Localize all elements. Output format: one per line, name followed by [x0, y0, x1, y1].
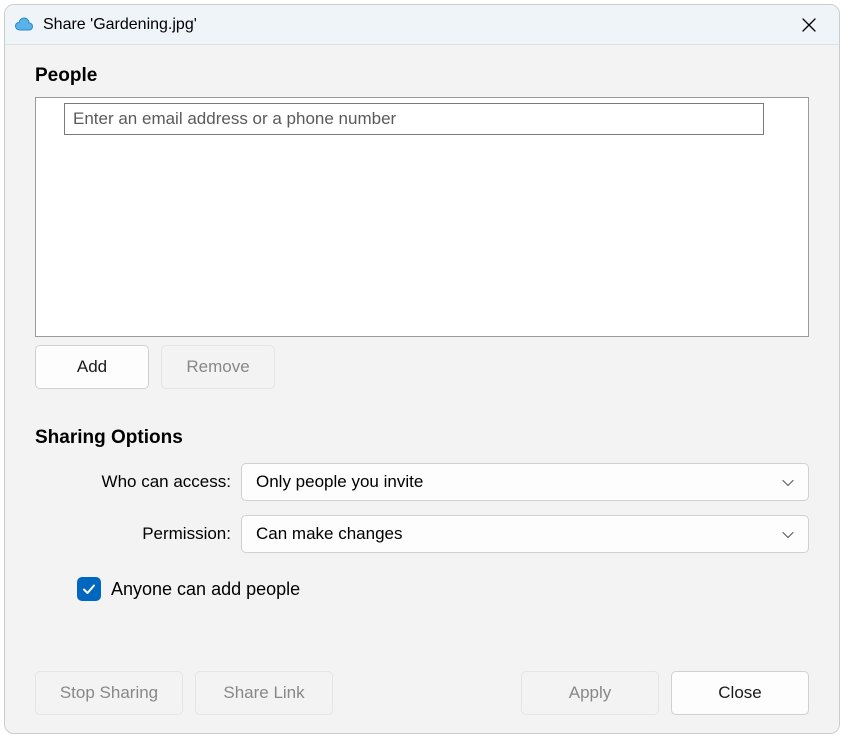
people-input-row — [36, 98, 808, 135]
remove-button[interactable]: Remove — [161, 345, 275, 389]
who-can-access-label: Who can access: — [35, 472, 233, 492]
options-heading: Sharing Options — [35, 427, 809, 449]
stop-sharing-button[interactable]: Stop Sharing — [35, 671, 183, 715]
who-can-access-value: Only people you invite — [256, 472, 423, 492]
footer-buttons: Stop Sharing Share Link Apply Close — [35, 671, 809, 715]
permission-row: Permission: Can make changes — [35, 515, 809, 553]
permission-value: Can make changes — [256, 524, 402, 544]
dialog-title: Share 'Gardening.jpg' — [43, 16, 786, 34]
share-link-button[interactable]: Share Link — [195, 671, 333, 715]
permission-label: Permission: — [35, 524, 233, 544]
apply-button[interactable]: Apply — [521, 671, 659, 715]
permission-dropdown[interactable]: Can make changes — [241, 515, 809, 553]
people-listbox — [35, 97, 809, 337]
spacer — [35, 601, 809, 661]
people-buttons: Add Remove — [35, 345, 809, 389]
add-button[interactable]: Add — [35, 345, 149, 389]
options-section: Sharing Options Who can access: Only peo… — [35, 427, 809, 601]
chevron-down-icon — [782, 472, 794, 492]
people-input[interactable] — [64, 103, 764, 135]
close-icon[interactable] — [786, 9, 831, 41]
dialog-content: People Add Remove Sharing Options Who ca… — [5, 45, 839, 733]
anyone-add-row: Anyone can add people — [35, 577, 809, 601]
cloud-icon — [13, 14, 35, 36]
anyone-add-label: Anyone can add people — [111, 579, 300, 600]
who-can-access-dropdown[interactable]: Only people you invite — [241, 463, 809, 501]
close-button[interactable]: Close — [671, 671, 809, 715]
people-heading: People — [35, 65, 809, 87]
share-dialog: Share 'Gardening.jpg' People Add Remove … — [4, 4, 840, 734]
chevron-down-icon — [782, 524, 794, 544]
titlebar: Share 'Gardening.jpg' — [5, 5, 839, 45]
who-can-access-row: Who can access: Only people you invite — [35, 463, 809, 501]
anyone-add-checkbox[interactable] — [77, 577, 101, 601]
